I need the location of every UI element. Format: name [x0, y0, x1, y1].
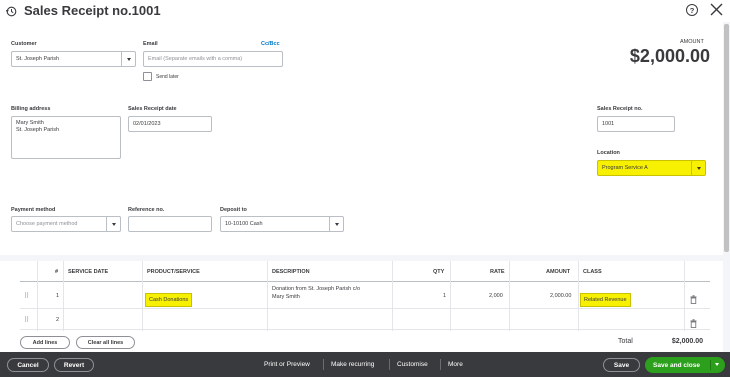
- col-header-class: CLASS: [583, 268, 602, 275]
- save-and-close-label: Save and close: [653, 361, 700, 369]
- footer-divider: [440, 359, 441, 370]
- amount-label: AMOUNT: [680, 39, 704, 45]
- close-icon[interactable]: [710, 3, 723, 16]
- footer-bar: Cancel Revert Print or Preview Make recu…: [0, 352, 730, 377]
- send-later-checkbox[interactable]: [143, 72, 152, 81]
- billing-line-1: Mary Smith: [16, 120, 44, 126]
- sales-receipt-icon: [5, 4, 17, 17]
- row-num: 1: [56, 292, 60, 299]
- clear-all-lines-button[interactable]: Clear all lines: [76, 336, 135, 349]
- chevron-down-icon: [111, 222, 116, 226]
- deposit-to-select[interactable]: 10-10100 Cash: [220, 216, 344, 232]
- col-header-amount: AMOUNT: [546, 268, 571, 275]
- row-rate[interactable]: 2,000: [489, 282, 503, 309]
- receipt-no-value: 1001: [602, 121, 615, 127]
- location-dropdown-button[interactable]: [691, 161, 705, 175]
- deposit-to-label: Deposit to: [220, 207, 247, 213]
- customise-button[interactable]: Customise: [397, 352, 428, 377]
- email-placeholder: Email (Separate emails with a comma): [148, 56, 243, 62]
- email-label: Email: [143, 41, 158, 47]
- table-row[interactable]: [20, 309, 710, 330]
- row-description-line-2: Mary Smith: [272, 293, 300, 300]
- footer-divider: [389, 359, 390, 370]
- row-description[interactable]: Donation from St. Joseph Parish c/o Mary…: [272, 286, 360, 301]
- row-amount[interactable]: 2,000.00: [550, 282, 571, 309]
- save-and-close-button[interactable]: Save and close: [645, 357, 725, 373]
- payment-method-placeholder: Choose payment method: [16, 221, 78, 227]
- col-header-qty: QTY: [433, 268, 445, 275]
- payment-method-select[interactable]: Choose payment method: [11, 216, 121, 232]
- customer-select[interactable]: St. Joseph Parish: [11, 51, 136, 67]
- drag-handle-icon[interactable]: ⠿: [24, 309, 29, 330]
- footer-divider: [323, 359, 324, 370]
- row-qty[interactable]: 1: [443, 282, 446, 309]
- row-product-value: Cash Donations: [145, 293, 193, 307]
- table-header-row: [20, 261, 710, 282]
- trash-icon[interactable]: [690, 291, 697, 304]
- total-value: $2,000.00: [671, 338, 703, 345]
- make-recurring-button[interactable]: Make recurring: [331, 352, 374, 377]
- customer-dropdown-button[interactable]: [121, 52, 135, 66]
- customer-label: Customer: [11, 41, 37, 47]
- chevron-down-icon[interactable]: [715, 363, 719, 366]
- print-preview-button[interactable]: Print or Preview: [264, 352, 310, 377]
- col-header-rate: RATE: [490, 268, 505, 275]
- amount-value: $2,000.00: [629, 46, 710, 66]
- cancel-button[interactable]: Cancel: [7, 358, 49, 372]
- chevron-down-icon: [334, 222, 339, 226]
- row-product[interactable]: Cash Donations: [145, 288, 193, 307]
- total-label: Total: [618, 338, 633, 345]
- billing-address-field[interactable]: Mary Smith St. Joseph Parish: [11, 116, 121, 159]
- save-options-divider: [710, 360, 711, 370]
- chevron-down-icon: [696, 166, 701, 170]
- location-value: Program Service A: [602, 165, 648, 171]
- email-field[interactable]: Email (Separate emails with a comma): [143, 51, 283, 67]
- customer-value: St. Joseph Parish: [16, 56, 60, 62]
- receipt-no-field[interactable]: 1001: [597, 116, 675, 132]
- col-header-num: #: [55, 268, 59, 275]
- reference-field[interactable]: [128, 216, 212, 232]
- receipt-date-label: Sales Receipt date: [128, 106, 177, 112]
- billing-address-label: Billing address: [11, 106, 51, 112]
- help-icon[interactable]: ?: [686, 4, 698, 16]
- col-header-product: PRODUCT/SERVICE: [147, 268, 200, 275]
- receipt-date-field[interactable]: 02/01/2023: [128, 116, 212, 132]
- add-lines-button[interactable]: Add lines: [20, 336, 70, 349]
- reference-label: Reference no.: [128, 207, 165, 213]
- col-header-description: DESCRIPTION: [272, 268, 310, 275]
- page-title: Sales Receipt no.1001: [24, 3, 161, 18]
- cc-bcc-link[interactable]: Cc/Bcc: [261, 41, 280, 47]
- receipt-date-value: 02/01/2023: [133, 121, 161, 127]
- payment-method-label: Payment method: [11, 207, 56, 213]
- line-items-table: # SERVICE DATE PRODUCT/SERVICE DESCRIPTI…: [0, 261, 723, 331]
- row-description-line-1: Donation from St. Joseph Parish c/o: [272, 286, 361, 292]
- scrollbar[interactable]: [723, 22, 730, 352]
- more-button[interactable]: More: [448, 352, 463, 377]
- row-class[interactable]: Related Revenue: [580, 288, 631, 307]
- send-later-label: Send later: [156, 74, 179, 80]
- scrollbar-thumb[interactable]: [724, 24, 729, 252]
- revert-button[interactable]: Revert: [54, 358, 94, 372]
- deposit-to-value: 10-10100 Cash: [225, 221, 263, 227]
- location-select[interactable]: Program Service A: [597, 160, 706, 176]
- row-num: 2: [56, 316, 60, 323]
- location-label: Location: [597, 150, 620, 156]
- receipt-no-label: Sales Receipt no.: [597, 106, 643, 112]
- drag-handle-icon[interactable]: ⠿: [24, 282, 29, 309]
- chevron-down-icon: [126, 57, 131, 61]
- deposit-to-dropdown-button[interactable]: [329, 217, 343, 231]
- payment-method-dropdown-button[interactable]: [106, 217, 120, 231]
- trash-icon[interactable]: [690, 315, 697, 328]
- row-class-value: Related Revenue: [580, 293, 631, 307]
- col-header-service-date: SERVICE DATE: [68, 268, 109, 275]
- save-button[interactable]: Save: [603, 358, 640, 372]
- billing-line-2: St. Joseph Parish: [16, 127, 60, 133]
